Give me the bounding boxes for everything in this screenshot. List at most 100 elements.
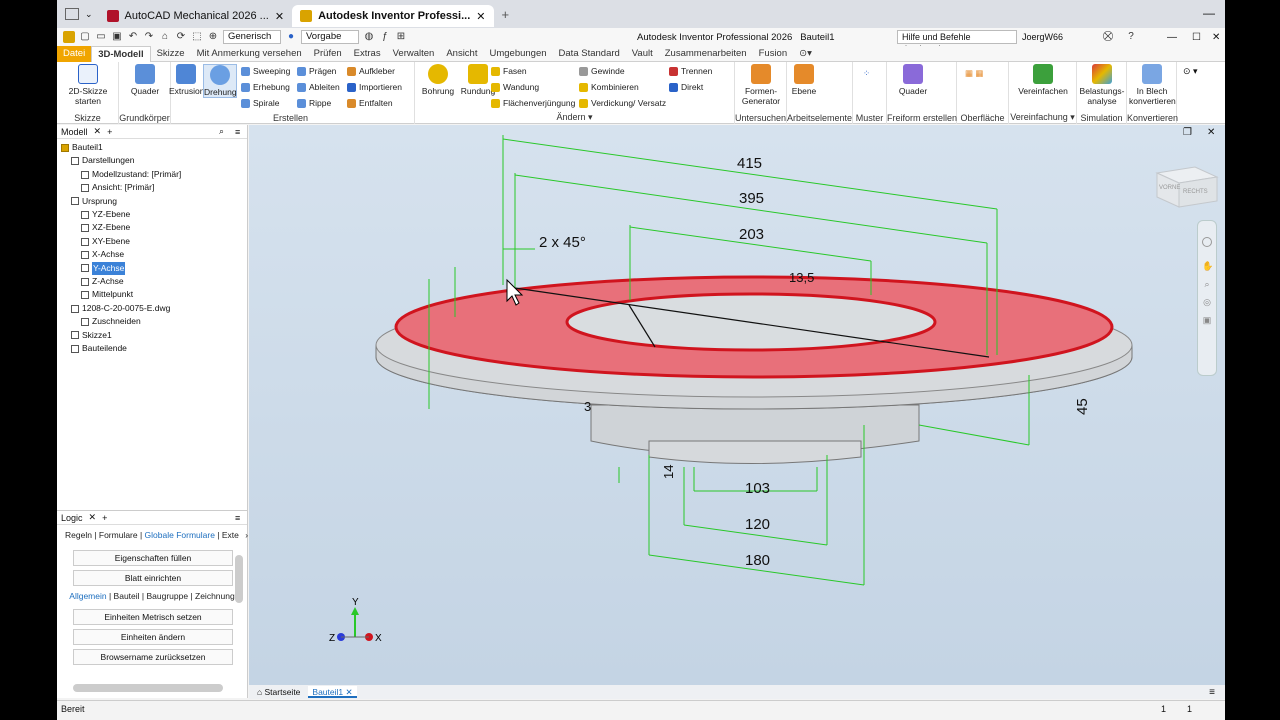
- convert-sheetmetal-button[interactable]: In Blech konvertieren: [1129, 64, 1176, 106]
- look-at-icon[interactable]: ▣: [1202, 315, 1212, 325]
- tab-startseite[interactable]: ⌂ Startseite: [253, 686, 304, 698]
- tab-anmerkung[interactable]: Mit Anmerkung versehen: [191, 46, 308, 62]
- search-input[interactable]: Hilfe und Befehle durchsuchen...: [897, 30, 1017, 54]
- tree-node[interactable]: Modellzustand: [Primär]: [57, 168, 247, 181]
- add-icon[interactable]: +: [107, 127, 112, 137]
- dim-45[interactable]: 45: [1074, 398, 1091, 415]
- orbit-icon[interactable]: ◎: [1202, 297, 1212, 307]
- nav-zeichnung[interactable]: Zeichnung: [195, 591, 235, 601]
- appearance-select[interactable]: Vorgabe: [301, 30, 359, 44]
- nav-regeln[interactable]: Regeln: [65, 530, 92, 540]
- set-metric-units-button[interactable]: Einheiten Metrisch setzen: [73, 609, 233, 625]
- browser-tab-autocad[interactable]: AutoCAD Mechanical 2026 ... ✕: [99, 5, 293, 27]
- fill-properties-button[interactable]: Eigenschaften füllen: [73, 550, 233, 566]
- nav-globale-formulare[interactable]: Globale Formulare: [145, 530, 215, 540]
- tab-data-standard[interactable]: Data Standard: [553, 46, 626, 62]
- parameters-icon[interactable]: ⊞: [395, 31, 407, 43]
- tab-overview-icon[interactable]: [65, 8, 79, 20]
- tab-extras[interactable]: Extras: [348, 46, 387, 62]
- pattern-icon[interactable]: ⁘: [863, 68, 870, 79]
- nav-baugruppe[interactable]: Baugruppe: [146, 591, 188, 601]
- new-tab-icon[interactable]: +: [502, 7, 510, 22]
- emboss-button[interactable]: Prägen: [297, 66, 336, 76]
- tree-node[interactable]: XZ-Ebene: [57, 221, 247, 234]
- close-icon[interactable]: ✕: [1207, 127, 1215, 138]
- browser-tab-inventor[interactable]: Autodesk Inventor Professi... ✕: [292, 5, 494, 27]
- home-icon[interactable]: ⌂: [159, 31, 171, 43]
- loft-button[interactable]: Erhebung: [241, 82, 290, 92]
- tree-node[interactable]: Skizze1: [57, 329, 247, 342]
- group-label[interactable]: Ändern ▾: [415, 112, 734, 123]
- steering-wheel-icon[interactable]: [1202, 237, 1212, 247]
- dim-203[interactable]: 203: [739, 226, 764, 243]
- clear-icon[interactable]: ◍: [363, 31, 375, 43]
- dim-103[interactable]: 103: [745, 480, 770, 497]
- search-icon[interactable]: ⌕: [219, 126, 224, 137]
- nav-formulare[interactable]: Formulare: [99, 530, 138, 540]
- tree-node[interactable]: Bauteilende: [57, 342, 247, 355]
- import-button[interactable]: Importieren: [347, 82, 402, 92]
- derive-button[interactable]: Ableiten: [297, 82, 340, 92]
- chevron-right-icon[interactable]: ›: [245, 530, 248, 540]
- redo-icon[interactable]: ↷: [143, 31, 155, 43]
- hole-button[interactable]: Bohrung: [419, 64, 457, 96]
- plane-button[interactable]: Ebene: [789, 64, 819, 96]
- simplify-button[interactable]: Vereinfachen: [1015, 64, 1071, 96]
- tree-node[interactable]: Darstellungen: [57, 154, 247, 167]
- surface-icon[interactable]: ▦ ▦: [965, 68, 983, 79]
- shape-generator-button[interactable]: Formen-Generator: [739, 64, 783, 106]
- tab-ansicht[interactable]: Ansicht: [440, 46, 483, 62]
- function-icon[interactable]: ƒ: [379, 31, 391, 43]
- window-minimize-icon[interactable]: —: [1203, 6, 1215, 20]
- material-select[interactable]: Generisch: [223, 30, 281, 44]
- close-icon[interactable]: ✕: [476, 10, 485, 23]
- coil-button[interactable]: Spirale: [241, 98, 279, 108]
- tree-node[interactable]: Y-Achse: [57, 261, 247, 276]
- dim-14[interactable]: 14: [661, 465, 676, 479]
- zoom-icon[interactable]: ⌕: [1202, 279, 1212, 289]
- nav-bauteil[interactable]: Bauteil: [114, 591, 140, 601]
- decal-button[interactable]: Aufkleber: [347, 66, 395, 76]
- ribbon-options-icon[interactable]: ⊙ ▾: [1183, 66, 1198, 77]
- dim-415[interactable]: 415: [737, 155, 762, 172]
- tab-menu-icon[interactable]: ≡: [1209, 687, 1215, 698]
- menu-icon[interactable]: ≡: [235, 127, 240, 137]
- tree-node[interactable]: Zuschneiden: [57, 315, 247, 328]
- open-icon[interactable]: ▭: [95, 31, 107, 43]
- tab-verwalten[interactable]: Verwalten: [387, 46, 441, 62]
- box-button[interactable]: Quader: [125, 64, 165, 96]
- menu-icon[interactable]: ≡: [235, 513, 240, 523]
- extrusion-button[interactable]: Extrusion: [169, 64, 204, 96]
- add-icon[interactable]: +: [102, 513, 107, 523]
- dim-13-5[interactable]: 13,5: [789, 270, 814, 285]
- close-icon[interactable]: ✕: [89, 512, 97, 523]
- save-icon[interactable]: ▣: [111, 31, 123, 43]
- ribbon-options-icon[interactable]: ⊙▾: [793, 46, 818, 62]
- chevron-down-icon[interactable]: ⌄: [85, 9, 93, 20]
- close-icon[interactable]: ✕: [1212, 32, 1220, 43]
- new-icon[interactable]: ▢: [79, 31, 91, 43]
- appearance-icon[interactable]: ●: [285, 31, 297, 43]
- pan-icon[interactable]: ✋: [1202, 261, 1213, 271]
- undo-icon[interactable]: ↶: [127, 31, 139, 43]
- tree-node[interactable]: Z-Achse: [57, 275, 247, 288]
- tab-skizze[interactable]: Skizze: [151, 46, 191, 62]
- dim-3[interactable]: 3: [584, 399, 591, 414]
- close-icon[interactable]: ✕: [275, 10, 284, 23]
- thread-button[interactable]: Gewinde: [579, 66, 625, 76]
- dim-395[interactable]: 395: [739, 190, 764, 207]
- tree-node[interactable]: X-Achse: [57, 248, 247, 261]
- restore-icon[interactable]: ❐: [1183, 127, 1192, 138]
- tree-node[interactable]: Ursprung: [57, 195, 247, 208]
- horizontal-scrollbar[interactable]: [73, 684, 223, 692]
- sketch-2d-button[interactable]: 2D-Skizze starten: [63, 64, 113, 106]
- vertical-scrollbar[interactable]: [235, 555, 243, 603]
- nav-allgemein[interactable]: Allgemein: [69, 591, 106, 601]
- group-label[interactable]: Vereinfachung ▾: [1009, 112, 1076, 123]
- tab-zusammenarbeiten[interactable]: Zusammenarbeiten: [659, 46, 753, 62]
- chamfer-button[interactable]: Fasen: [491, 66, 527, 76]
- tree-node[interactable]: XY-Ebene: [57, 235, 247, 248]
- update-icon[interactable]: ⟳: [175, 31, 187, 43]
- setup-sheet-button[interactable]: Blatt einrichten: [73, 570, 233, 586]
- close-icon[interactable]: ✕: [94, 126, 102, 137]
